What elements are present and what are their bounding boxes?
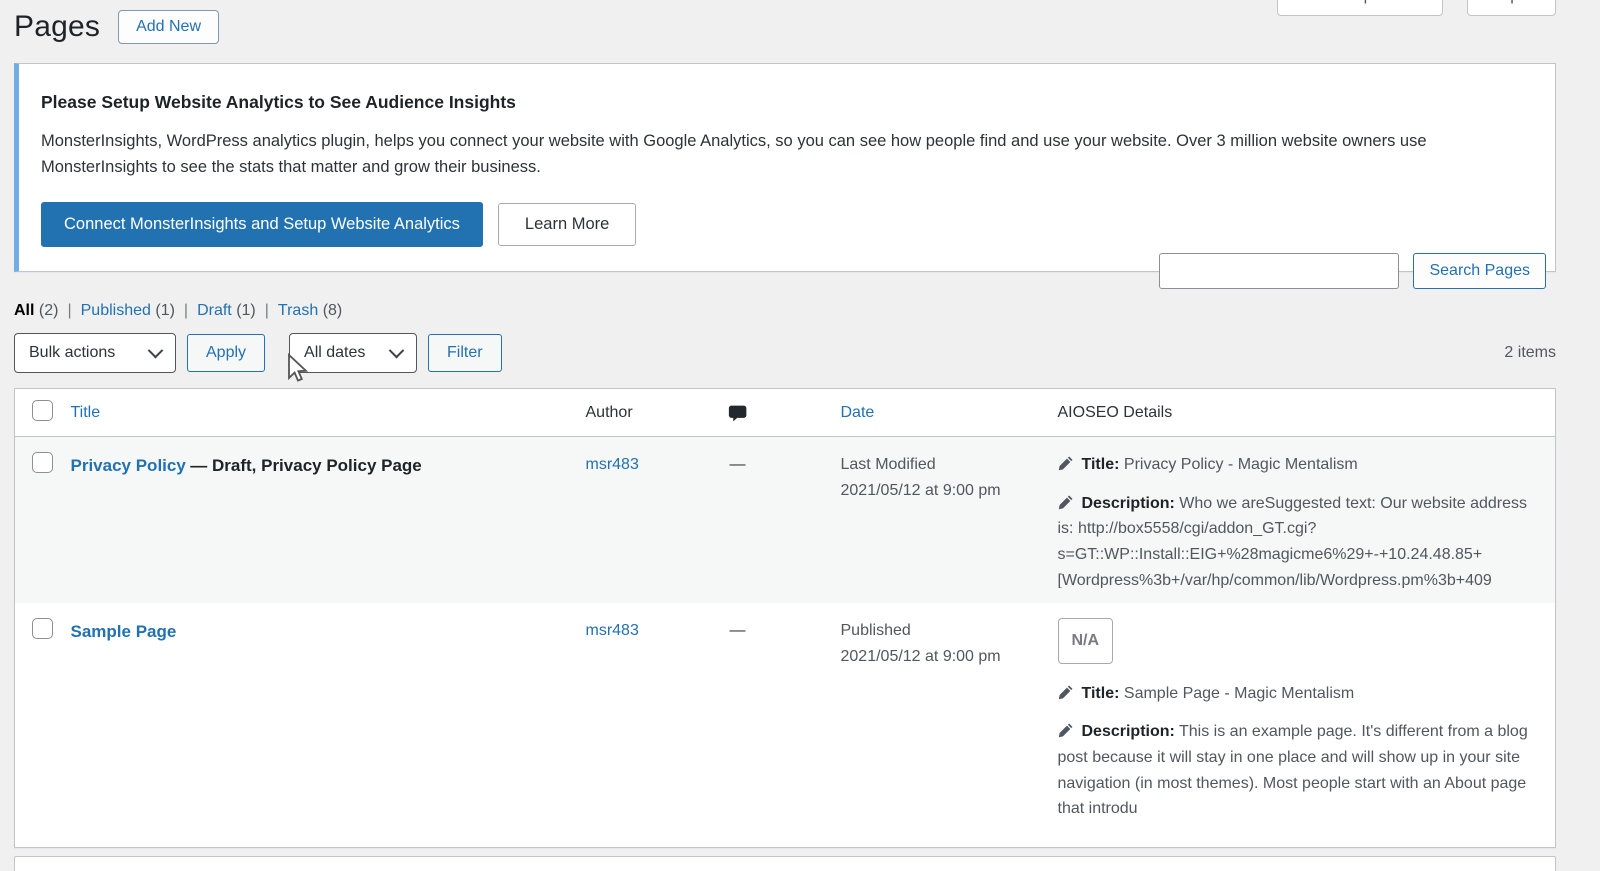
pencil-icon[interactable] xyxy=(1058,684,1074,700)
monsterinsights-notice: Please Setup Website Analytics to See Au… xyxy=(14,63,1556,272)
select-all-checkbox[interactable] xyxy=(32,400,53,421)
page-state-label: — Draft, Privacy Policy Page xyxy=(190,456,422,475)
chevron-down-icon xyxy=(148,343,164,359)
row-checkbox[interactable] xyxy=(32,452,53,473)
seo-description-label: Description: xyxy=(1082,495,1175,512)
view-all-link[interactable]: All (2) xyxy=(14,302,58,320)
separator: | xyxy=(67,302,71,320)
add-new-button[interactable]: Add New xyxy=(118,10,219,44)
seo-title-label: Title: xyxy=(1082,456,1120,473)
aioseo-details-cell: Title: Privacy Policy - Magic Mentalism … xyxy=(1048,437,1556,604)
learn-more-button[interactable]: Learn More xyxy=(498,203,636,246)
seo-title-label: Title: xyxy=(1082,685,1120,702)
author-link[interactable]: msr483 xyxy=(586,456,639,473)
search-input[interactable] xyxy=(1159,253,1399,289)
aioseo-na-badge: N/A xyxy=(1058,618,1114,664)
view-published-link[interactable]: Published (1) xyxy=(81,302,175,320)
table-footer-strip xyxy=(14,856,1556,871)
chevron-down-icon xyxy=(389,343,405,359)
apply-button[interactable]: Apply xyxy=(187,334,265,372)
comment-bubble-icon xyxy=(728,403,749,424)
aioseo-details-cell: N/A Title: Sample Page - Magic Mentalism… xyxy=(1048,603,1556,848)
author-link[interactable]: msr483 xyxy=(586,622,639,639)
screen-options-label: Screen Options xyxy=(1296,0,1406,5)
chevron-down-icon: ▼ xyxy=(1527,0,1537,2)
search-pages-button[interactable]: Search Pages xyxy=(1413,253,1546,289)
chevron-down-icon: ▼ xyxy=(1414,0,1424,2)
comments-count: — xyxy=(726,622,746,639)
separator: | xyxy=(184,302,188,320)
pages-admin-wrap: Pages Add New Please Setup Website Analy… xyxy=(14,0,1556,871)
page-title-link[interactable]: Sample Page xyxy=(71,622,177,641)
page-title-link[interactable]: Privacy Policy xyxy=(71,456,186,475)
pencil-icon[interactable] xyxy=(1058,494,1074,510)
date-cell: Published 2021/05/12 at 9:00 pm xyxy=(831,603,1048,848)
column-header-date[interactable]: Date xyxy=(831,389,1048,437)
comments-count: — xyxy=(726,456,746,473)
help-label: Help xyxy=(1486,0,1519,5)
table-header-row: Title Author Date AIOSEO Details xyxy=(15,389,1556,437)
page-title: Pages xyxy=(14,10,100,44)
table-row: Privacy Policy — Draft, Privacy Policy P… xyxy=(15,437,1556,604)
column-header-title[interactable]: Title xyxy=(61,389,576,437)
date-cell: Last Modified 2021/05/12 at 9:00 pm xyxy=(831,437,1048,604)
view-trash-link[interactable]: Trash (8) xyxy=(278,302,342,320)
row-checkbox[interactable] xyxy=(32,618,53,639)
seo-title-value: Sample Page - Magic Mentalism xyxy=(1124,685,1354,702)
pencil-icon[interactable] xyxy=(1058,455,1074,471)
items-count: 2 items xyxy=(1504,344,1556,362)
search-box: Search Pages xyxy=(1159,253,1546,289)
admin-top-tabs: Screen Options ▼ Help ▼ xyxy=(1277,0,1556,16)
notice-body: MonsterInsights, WordPress analytics plu… xyxy=(41,129,1521,180)
pages-table: Title Author Date AIOSEO Details Privacy… xyxy=(14,388,1556,848)
column-header-author: Author xyxy=(576,389,716,437)
notice-actions: Connect MonsterInsights and Setup Websit… xyxy=(41,202,1531,247)
help-button[interactable]: Help ▼ xyxy=(1467,0,1556,16)
table-row: Sample Page msr483 — Published 2021/05/1… xyxy=(15,603,1556,848)
view-filter-links: All (2) | Published (1) | Draft (1) | Tr… xyxy=(14,302,1556,320)
pencil-icon[interactable] xyxy=(1058,722,1074,738)
separator: | xyxy=(265,302,269,320)
notice-title: Please Setup Website Analytics to See Au… xyxy=(41,92,1531,113)
seo-description-label: Description: xyxy=(1082,723,1175,740)
tablenav-top: Bulk actions Apply All dates Filter 2 it… xyxy=(14,333,1556,373)
bulk-actions-select[interactable]: Bulk actions xyxy=(14,333,176,373)
column-header-comments xyxy=(716,389,831,437)
connect-monsterinsights-button[interactable]: Connect MonsterInsights and Setup Websit… xyxy=(41,202,483,247)
seo-title-value: Privacy Policy - Magic Mentalism xyxy=(1124,456,1358,473)
view-draft-link[interactable]: Draft (1) xyxy=(197,302,256,320)
column-header-aioseo: AIOSEO Details xyxy=(1048,389,1556,437)
filter-button[interactable]: Filter xyxy=(428,334,502,372)
dates-filter-select[interactable]: All dates xyxy=(289,333,417,373)
screen-options-button[interactable]: Screen Options ▼ xyxy=(1277,0,1443,16)
